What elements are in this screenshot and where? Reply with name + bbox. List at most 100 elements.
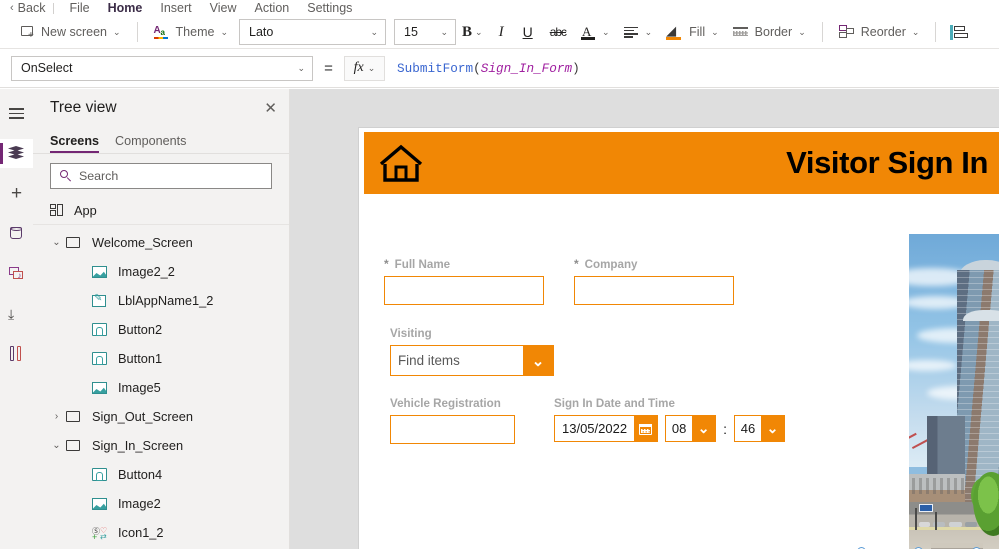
strikethrough-button[interactable]: abc [542, 25, 574, 39]
data-button[interactable] [0, 219, 33, 248]
tree-item-label: Sign_Out_Screen [92, 409, 194, 424]
font-family-select[interactable]: Lato ⌄ [239, 19, 386, 45]
company-input[interactable] [574, 276, 734, 305]
date-picker[interactable]: 13/05/2022 [554, 415, 659, 442]
chevron-right-icon[interactable]: › [47, 411, 66, 422]
tree-item-image2_2[interactable]: Image2_2 [33, 257, 289, 286]
field-sign-in-datetime: Sign In Date and Time 13/05/2022 08 ⌄: … [554, 397, 785, 442]
insert-icon: + [10, 183, 23, 204]
property-value: OnSelect [21, 61, 73, 75]
left-navigation-rail: + ♪ ⤓ [0, 89, 33, 549]
chevron-down-icon: ⌄ [798, 26, 806, 37]
chevron-down-icon: ⌄ [297, 62, 305, 73]
font-color-button[interactable]: A ⌄ [574, 19, 617, 46]
align-objects-icon [950, 24, 969, 40]
menu-item-insert[interactable]: Insert [151, 1, 200, 16]
bold-button[interactable]: B ⌄ [456, 24, 489, 41]
fill-label: Fill [689, 25, 706, 39]
variables-button[interactable] [0, 339, 33, 368]
tree-item-lblappname1_2[interactable]: LblAppName1_2 [33, 286, 289, 315]
toolbar-divider-2 [821, 22, 823, 42]
image-icon [92, 381, 109, 394]
align-objects-button[interactable] [945, 19, 973, 46]
tree-item-icon1_2[interactable]: Ⓢ ♡ + ⇄ Icon1_2 [33, 518, 289, 547]
tree-item-label: Image2_2 [118, 264, 175, 279]
chevron-down-icon[interactable]: ⌄ [760, 416, 784, 441]
visiting-combobox[interactable]: Find items ⌄ [390, 345, 554, 376]
ribbon-menu-bar: ‹ Back File Home Insert View Action Sett… [0, 0, 999, 16]
tree-item-label: Icon1_2 [118, 525, 164, 540]
required-indicator: * [384, 257, 389, 271]
building-photo[interactable] [909, 234, 999, 549]
tree-view-button[interactable] [0, 139, 33, 168]
reorder-button[interactable]: Reorder ⌄ [832, 19, 927, 46]
hour-dropdown[interactable]: 08 ⌄ [665, 415, 717, 442]
search-input[interactable]: Search [50, 163, 272, 189]
tree-item-welcome_screen[interactable]: ⌄ Welcome_Screen [33, 228, 289, 257]
menu-item-action[interactable]: Action [246, 1, 299, 16]
menu-item-home[interactable]: Home [99, 1, 152, 16]
strikethrough-icon: abc [549, 25, 567, 39]
tree-item-label: Image2 [118, 496, 161, 511]
fill-button[interactable]: ◢ Fill ⌄ [659, 19, 726, 46]
font-size-select[interactable]: 15 ⌄ [394, 19, 456, 45]
tree-item-label: LblAppName1_2 [118, 293, 214, 308]
minute-dropdown[interactable]: 46 ⌄ [733, 415, 785, 442]
font-size-value: 15 [404, 25, 418, 39]
menu-item-settings[interactable]: Settings [298, 1, 361, 16]
hamburger-menu-button[interactable] [0, 99, 33, 128]
full-name-input[interactable] [384, 276, 544, 305]
tree-view-header: Tree view ✕ [33, 89, 289, 127]
home-icon[interactable] [378, 143, 424, 183]
back-button[interactable]: ‹ Back [8, 1, 51, 16]
vehicle-registration-input[interactable] [390, 415, 515, 444]
button-icon [92, 352, 109, 365]
tree-item-button1[interactable]: Button1 [33, 344, 289, 373]
italic-button[interactable]: I [489, 24, 514, 41]
new-screen-label: New screen [41, 25, 107, 39]
underline-button[interactable]: U [514, 24, 542, 40]
field-label: * Full Name [384, 257, 544, 271]
chevron-down-icon[interactable]: ⌄ [47, 440, 66, 451]
tree-item-button2[interactable]: Button2 [33, 315, 289, 344]
iconset-icon: Ⓢ ♡ + ⇄ [92, 525, 108, 542]
align-text-button[interactable]: ⌄ [617, 19, 660, 46]
chevron-down-icon[interactable]: ⌄ [47, 237, 66, 248]
app-screen-canvas[interactable]: Visitor Sign In * Full Name * Company Vi… [359, 128, 999, 549]
screen-icon [66, 237, 83, 248]
tab-components[interactable]: Components [115, 134, 193, 153]
screen-header[interactable]: Visitor Sign In [364, 132, 999, 194]
theme-button[interactable]: Aa Theme ⌄ [147, 19, 235, 46]
tree-item-sign_out_screen[interactable]: › Sign_Out_Screen [33, 402, 289, 431]
border-icon [732, 26, 749, 38]
border-button[interactable]: Border ⌄ [726, 19, 813, 46]
time-separator: : [723, 420, 727, 437]
tree-item-app[interactable]: App [33, 197, 289, 225]
fx-button[interactable]: fx ⌄ [344, 55, 385, 81]
property-select[interactable]: OnSelect ⌄ [11, 55, 313, 81]
calendar-icon[interactable] [634, 416, 658, 441]
menu-item-view[interactable]: View [201, 1, 246, 16]
tab-screens[interactable]: Screens [50, 134, 106, 154]
screen-icon [66, 411, 83, 422]
new-screen-button[interactable]: + New screen ⌄ [14, 19, 128, 46]
tree-item-label: Welcome_Screen [92, 235, 193, 250]
power-automate-button[interactable]: ⤓ [0, 299, 33, 328]
menu-item-file[interactable]: File [60, 1, 98, 16]
media-button[interactable]: ♪ [0, 259, 33, 288]
canvas-area[interactable]: Visitor Sign In * Full Name * Company Vi… [290, 89, 999, 549]
font-color-icon: A [581, 24, 596, 40]
insert-button[interactable]: + [0, 179, 33, 208]
field-label: Visiting [390, 327, 554, 340]
tree-item-button4[interactable]: Button4 [33, 460, 289, 489]
tree-item-image2[interactable]: Image2 [33, 489, 289, 518]
reorder-icon [838, 25, 855, 39]
data-icon [10, 226, 23, 241]
chevron-down-icon: ⌄ [367, 62, 376, 73]
chevron-down-icon[interactable]: ⌄ [692, 416, 716, 441]
chevron-down-icon[interactable]: ⌄ [523, 346, 553, 375]
close-icon[interactable]: ✕ [264, 101, 277, 116]
formula-input[interactable]: SubmitForm ( Sign_In_Form ) [385, 56, 999, 81]
tree-item-image5[interactable]: Image5 [33, 373, 289, 402]
tree-item-sign_in_screen[interactable]: ⌄ Sign_In_Screen [33, 431, 289, 460]
